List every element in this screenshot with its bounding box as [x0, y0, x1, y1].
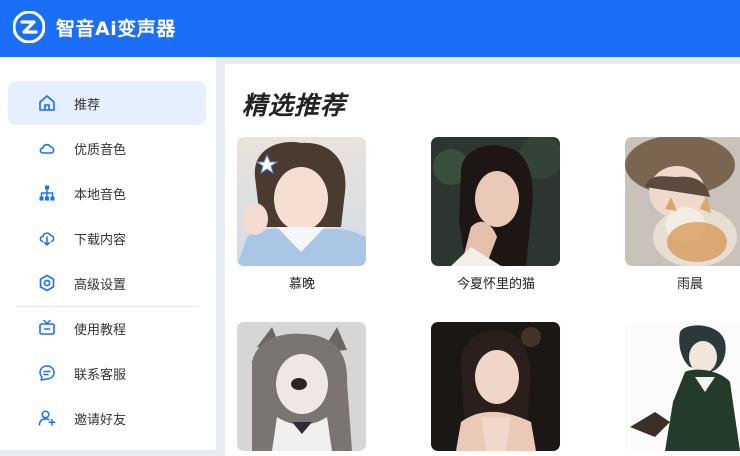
app-title: 智音Ai变声器 [56, 18, 176, 40]
voice-avatar [431, 322, 560, 451]
voice-avatar [625, 137, 740, 266]
section-title: 精选推荐 [242, 91, 347, 120]
sidebar-item-label: 本地音色 [74, 187, 127, 203]
sidebar-item-label: 优质音色 [74, 142, 127, 158]
sidebar-item-invite-friends[interactable]: 邀请好友 [8, 396, 206, 440]
download-icon [39, 232, 55, 246]
sidebar-item-label: 使用教程 [74, 322, 127, 338]
hierarchy-icon [39, 185, 55, 201]
sidebar-item-label: 推荐 [74, 97, 101, 113]
cloud-icon [39, 143, 55, 154]
voice-card[interactable] [237, 322, 367, 451]
voice-card[interactable]: 雨晨 [625, 137, 740, 292]
sidebar-item-tutorial[interactable]: 使用教程 [8, 306, 206, 350]
sidebar-item-label: 邀请好友 [74, 412, 127, 428]
voice-avatar [237, 137, 366, 266]
sidebar-item-local-voices[interactable]: 本地音色 [8, 171, 206, 215]
sidebar-item-customer-service[interactable]: 联系客服 [8, 351, 206, 395]
app-logo-icon [13, 11, 45, 43]
title-bar: 智音Ai变声器 [0, 0, 740, 57]
voice-name: 今夏怀里的猫 [456, 277, 535, 292]
settings-hex-icon [39, 274, 55, 292]
sidebar-item-recommend[interactable]: 推荐 [8, 81, 206, 125]
voice-card[interactable]: 慕晚 [237, 137, 367, 292]
sidebar-item-label: 高级设置 [74, 277, 127, 293]
tv-icon [39, 319, 55, 335]
sidebar-item-label: 下载内容 [74, 232, 127, 248]
sidebar-item-label: 联系客服 [74, 367, 127, 383]
voice-name: 慕晚 [288, 277, 315, 292]
voice-card[interactable] [625, 322, 740, 451]
voice-avatar [431, 137, 560, 266]
voice-card[interactable] [431, 322, 561, 451]
main-content: 精选推荐 慕晚 今夏怀里的猫 雨晨 [225, 64, 740, 456]
voice-avatar [237, 322, 366, 451]
sidebar-item-premium-voices[interactable]: 优质音色 [8, 126, 206, 170]
add-user-icon [38, 410, 56, 426]
sidebar-item-downloads[interactable]: 下载内容 [8, 216, 206, 260]
chat-icon [39, 365, 55, 381]
sidebar-item-advanced-settings[interactable]: 高级设置 [8, 261, 206, 305]
sidebar: 推荐 优质音色 本地音色 下载内容 高级设置 使用教程 联系客服 邀请好友 [0, 57, 216, 450]
voice-avatar [625, 322, 740, 451]
home-icon [39, 95, 55, 111]
voice-card[interactable]: 今夏怀里的猫 [431, 137, 561, 292]
voice-name: 雨晨 [676, 277, 703, 292]
